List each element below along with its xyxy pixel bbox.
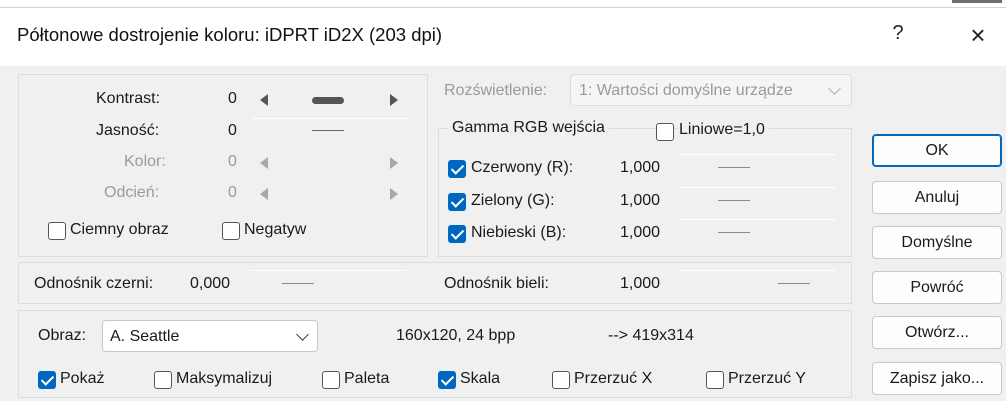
color-left-arrow-icon xyxy=(260,157,268,169)
dark-image-label: Ciemny obraz xyxy=(70,221,169,238)
show-checkbox[interactable] xyxy=(38,371,56,389)
red-checkbox[interactable] xyxy=(448,160,466,178)
illuminant-label: Rozświetlenie: xyxy=(444,82,548,99)
image-label: Obraz: xyxy=(38,327,87,344)
brightness-value: 0 xyxy=(228,122,237,139)
ok-button[interactable]: OK xyxy=(872,134,1002,167)
image-combo[interactable]: A. Seattle xyxy=(102,320,318,352)
black-reference-value: 0,000 xyxy=(190,275,231,292)
brightness-label: Jasność: xyxy=(96,122,160,139)
white-reference-label: Odnośnik bieli: xyxy=(444,275,549,292)
color-value: 0 xyxy=(228,153,237,170)
color-label: Kolor: xyxy=(124,153,166,170)
image-output-size: --> 419x314 xyxy=(608,327,694,344)
black-reference-label: Odnośnik czerni: xyxy=(34,275,154,292)
red-separator xyxy=(680,154,836,155)
illuminant-combo: 1: Wartości domyślne urządze xyxy=(570,74,852,106)
illuminant-selected: 1: Wartości domyślne urządze xyxy=(579,82,793,99)
revert-button[interactable]: Powróć xyxy=(872,271,1002,304)
flip-y-label: Przerzuć Y xyxy=(728,370,806,387)
flip-x-label: Przerzuć X xyxy=(574,370,653,387)
green-value: 1,000 xyxy=(620,192,661,209)
scale-checkbox[interactable] xyxy=(438,371,456,389)
blue-checkbox[interactable] xyxy=(448,225,466,243)
open-button[interactable]: Otwórz... xyxy=(872,316,1002,349)
close-button[interactable]: × xyxy=(958,20,998,51)
red-slider[interactable] xyxy=(718,167,750,168)
maximize-label: Maksymalizuj xyxy=(176,370,273,387)
tint-right-arrow-icon xyxy=(390,188,398,200)
flip-y-checkbox[interactable] xyxy=(706,371,724,389)
image-selected: A. Seattle xyxy=(110,328,180,345)
blue-slider[interactable] xyxy=(718,232,750,233)
tint-label: Odcień: xyxy=(104,184,160,201)
black-reference-separator xyxy=(250,270,406,271)
illuminant-chevron-down-icon xyxy=(828,82,841,95)
window-title: Półtonowe dostrojenie koloru: iDPRT iD2X… xyxy=(17,24,443,45)
show-label: Pokaż xyxy=(60,370,105,387)
red-value: 1,000 xyxy=(620,159,661,176)
linear-gamma-checkbox[interactable] xyxy=(656,123,674,141)
cancel-button[interactable]: Anuluj xyxy=(872,181,1002,214)
green-checkbox[interactable] xyxy=(448,193,466,211)
background-window-edge xyxy=(0,0,1006,8)
blue-value: 1,000 xyxy=(620,224,661,241)
palette-label: Paleta xyxy=(344,370,390,387)
defaults-button[interactable]: Domyślne xyxy=(872,226,1002,259)
red-label: Czerwony (R): xyxy=(471,159,574,176)
background-window-fragment xyxy=(952,0,1002,3)
image-chevron-down-icon[interactable] xyxy=(296,328,309,341)
contrast-left-arrow-icon[interactable] xyxy=(260,94,268,106)
blue-separator xyxy=(680,219,836,220)
contrast-value: 0 xyxy=(228,90,237,107)
dark-image-checkbox[interactable] xyxy=(48,222,66,240)
color-right-arrow-icon xyxy=(390,157,398,169)
black-reference-slider[interactable] xyxy=(282,283,314,284)
contrast-slider-thumb[interactable] xyxy=(312,97,344,104)
brightness-separator xyxy=(252,118,408,119)
maximize-checkbox[interactable] xyxy=(154,371,172,389)
scale-label: Skala xyxy=(460,370,501,387)
linear-gamma-label: Liniowe=1,0 xyxy=(679,121,769,139)
contrast-right-arrow-icon[interactable] xyxy=(390,94,398,106)
brightness-slider[interactable] xyxy=(312,130,344,131)
help-button[interactable]: ? xyxy=(878,22,918,45)
negative-label: Negatyw xyxy=(244,221,307,238)
gamma-group-title: Gamma RGB wejścia xyxy=(448,119,609,137)
palette-checkbox[interactable] xyxy=(322,371,340,389)
flip-x-checkbox[interactable] xyxy=(552,371,570,389)
image-info: 160x120, 24 bpp xyxy=(396,327,516,344)
green-label: Zielony (G): xyxy=(471,192,555,209)
dialog-client-area: Kontrast: 0 Jasność: 0 Kolor: 0 Odcień: … xyxy=(0,66,1006,401)
tint-value: 0 xyxy=(228,184,237,201)
save-as-button[interactable]: Zapisz jako... xyxy=(872,362,1002,395)
white-reference-value: 1,000 xyxy=(620,275,661,292)
negative-checkbox[interactable] xyxy=(222,222,240,240)
green-slider[interactable] xyxy=(718,200,750,201)
blue-label: Niebieski (B): xyxy=(471,224,567,241)
green-separator xyxy=(680,187,836,188)
white-reference-separator xyxy=(680,270,836,271)
contrast-label: Kontrast: xyxy=(96,90,161,107)
white-reference-slider[interactable] xyxy=(778,283,810,284)
tint-left-arrow-icon xyxy=(260,188,268,200)
